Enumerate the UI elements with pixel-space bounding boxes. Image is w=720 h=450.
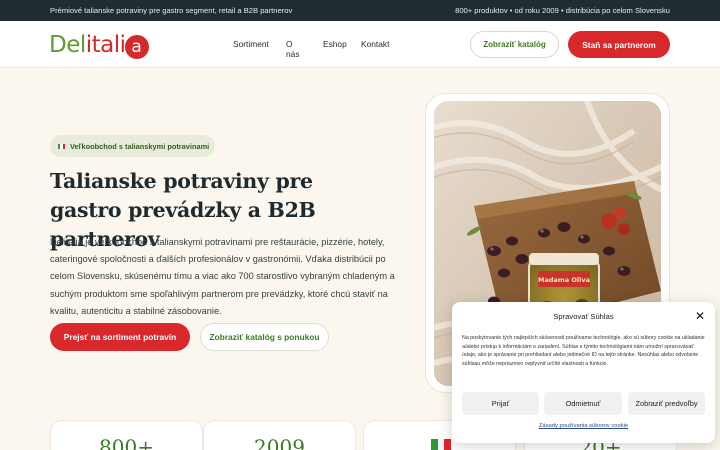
deny-cookies-button[interactable]: Odmietnuť [544, 392, 622, 415]
nav-item-eshop[interactable]: Eshop [323, 39, 347, 49]
close-icon[interactable]: ✕ [694, 309, 706, 323]
go-to-assortment-button[interactable]: Prejsť na sortiment potravín [50, 323, 190, 351]
logo-text-red: itali [85, 32, 126, 58]
site-header: Del itali a Sortiment O nás Eshop Kontakt … [0, 21, 720, 68]
italian-flag-icon [431, 439, 452, 450]
delitalia-logo[interactable]: Del itali a [49, 28, 149, 62]
nav-item-kontakt[interactable]: Kontakt [361, 39, 389, 49]
cookie-policy-link[interactable]: Zásady používania súborov cookie [452, 423, 715, 429]
hero-badge: Veľkoobchod s talianskymi potravinami [50, 135, 215, 157]
topbar-facts: 800+ produktov • od roku 2009 • distribú… [455, 6, 670, 15]
stat-card-year: 2009 [203, 420, 356, 450]
stat-card-products: 800+ [50, 420, 203, 450]
logo-circle-letter: a [124, 35, 149, 59]
accept-cookies-button[interactable]: Prijať [462, 392, 539, 415]
cookie-dialog-title: Spravovať Súhlas [553, 312, 614, 321]
cookie-consent-dialog: Spravovať Súhlas ✕ Na poskytovanie tých … [452, 302, 715, 443]
hero-lead-text: Delitalia je veľkoobchod s talianskymi p… [50, 237, 395, 316]
stat-year-value: 2009 [254, 435, 305, 450]
become-partner-button[interactable]: Staň sa partnerom [568, 31, 670, 58]
show-catalog-button[interactable]: Zobraziť katalóg [470, 31, 559, 58]
cookie-dialog-text: Na poskytovanie tých najlepších skúsenos… [462, 335, 705, 367]
nav-item-sortiment[interactable]: Sortiment [233, 39, 269, 49]
top-info-bar: Prémiové talianske potraviny pre gastro … [0, 0, 720, 21]
hero-badge-label: Veľkoobchod s talianskymi potravinami [70, 141, 210, 151]
show-catalog-offer-button[interactable]: Zobraziť katalóg s ponukou [200, 323, 329, 351]
italian-flag-icon [58, 143, 65, 149]
topbar-tagline: Prémiové talianske potraviny pre gastro … [50, 6, 293, 15]
stat-products-value: 800+ [99, 435, 154, 450]
nav-item-o-nas[interactable]: O nás [286, 39, 300, 59]
jar-label-text: Madama Oliva [538, 276, 590, 284]
cookie-preferences-button[interactable]: Zobraziť predvoľby [628, 392, 705, 415]
logo-text-green: Del [49, 32, 86, 58]
